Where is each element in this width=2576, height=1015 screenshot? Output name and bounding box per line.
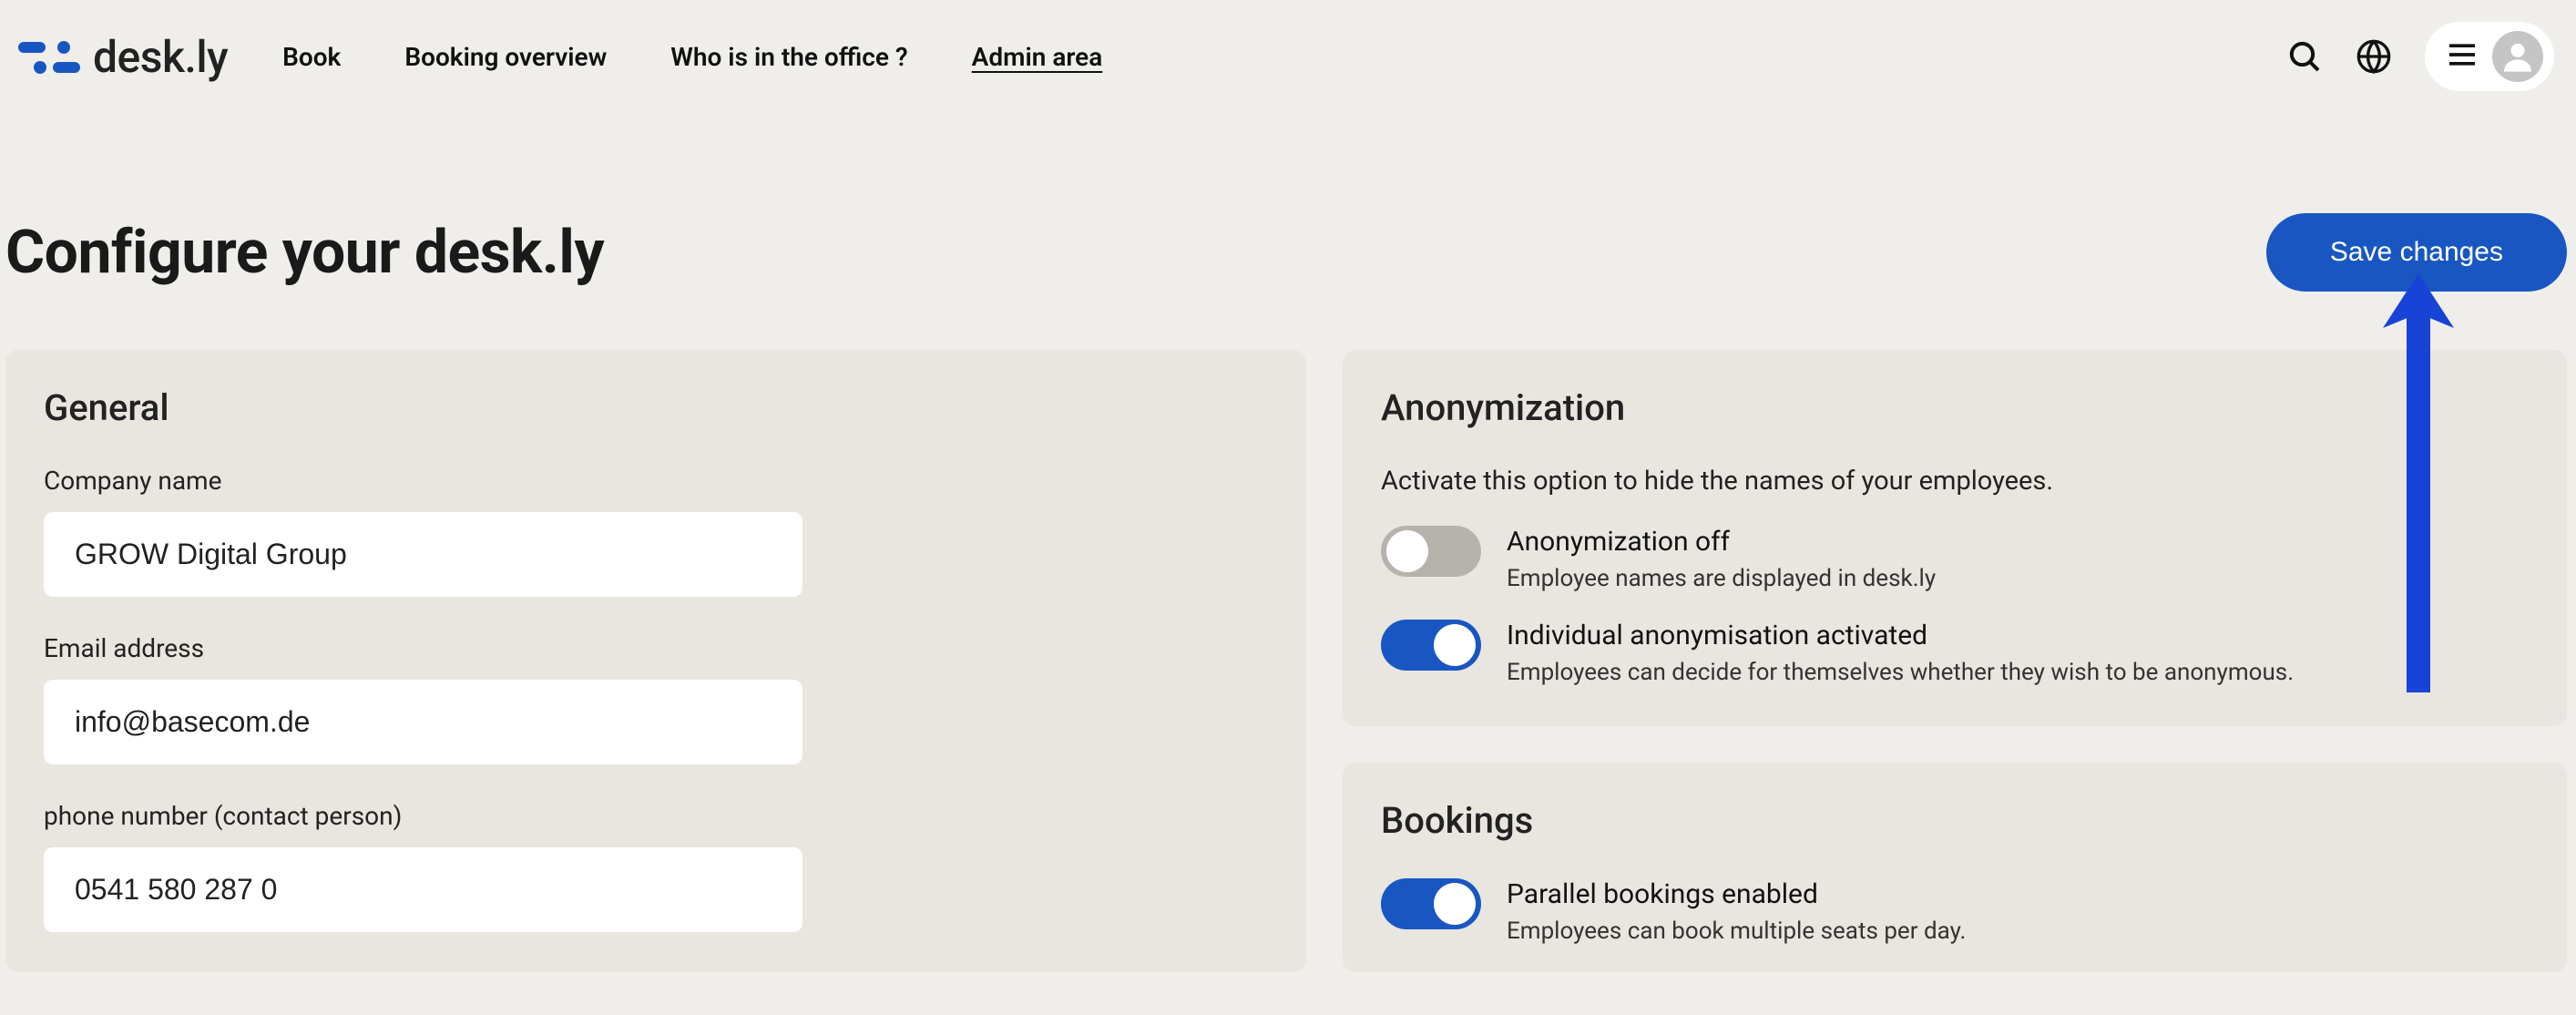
bookings-card: Bookings Parallel bookings enabled Emplo… xyxy=(1343,763,2567,972)
email-input[interactable] xyxy=(44,680,802,764)
individual-anonymization-sub: Employees can decide for themselves whet… xyxy=(1507,659,2294,686)
individual-anonymization-row: Individual anonymisation activated Emplo… xyxy=(1381,620,2529,686)
anonymization-off-sub: Employee names are displayed in desk.ly xyxy=(1507,565,1936,592)
parallel-bookings-toggle[interactable] xyxy=(1381,878,1481,929)
save-button[interactable]: Save changes xyxy=(2266,213,2567,292)
globe-icon[interactable] xyxy=(2356,38,2392,75)
logo-text: desk.ly xyxy=(93,31,228,83)
email-label: Email address xyxy=(44,633,1268,663)
parallel-bookings-sub: Employees can book multiple seats per da… xyxy=(1507,918,1966,945)
general-card: General Company name Email address phone… xyxy=(5,350,1306,972)
phone-label: phone number (contact person) xyxy=(44,801,1268,831)
search-icon[interactable] xyxy=(2286,38,2323,75)
header-right xyxy=(2286,22,2554,91)
individual-anonymization-title: Individual anonymisation activated xyxy=(1507,620,2294,651)
anonymization-card: Anonymization Activate this option to hi… xyxy=(1343,350,2567,726)
parallel-bookings-row: Parallel bookings enabled Employees can … xyxy=(1381,878,2529,945)
title-row: Configure your desk.ly Save changes xyxy=(0,113,2576,328)
company-name-label: Company name xyxy=(44,466,1268,496)
phone-input[interactable] xyxy=(44,847,802,932)
company-name-input[interactable] xyxy=(44,512,802,597)
nav-admin-area[interactable]: Admin area xyxy=(972,42,1103,72)
individual-anonymization-toggle[interactable] xyxy=(1381,620,1481,671)
hamburger-icon xyxy=(2447,42,2478,71)
right-column: Anonymization Activate this option to hi… xyxy=(1343,350,2567,972)
anonymization-intro: Activate this option to hide the names o… xyxy=(1381,466,2529,497)
user-menu[interactable] xyxy=(2425,22,2554,91)
page-title: Configure your desk.ly xyxy=(5,218,604,288)
general-heading: General xyxy=(44,386,1268,429)
main-nav: Book Booking overview Who is in the offi… xyxy=(282,42,1102,72)
avatar-icon xyxy=(2492,31,2543,82)
nav-booking-overview[interactable]: Booking overview xyxy=(404,42,607,72)
anonymization-off-title: Anonymization off xyxy=(1507,526,1936,558)
logo-mark-icon xyxy=(18,36,84,77)
bookings-heading: Bookings xyxy=(1381,799,2529,842)
nav-book[interactable]: Book xyxy=(282,42,341,72)
top-header: desk.ly Book Booking overview Who is in … xyxy=(0,0,2576,113)
anonymization-off-row: Anonymization off Employee names are dis… xyxy=(1381,526,2529,592)
parallel-bookings-title: Parallel bookings enabled xyxy=(1507,878,1966,910)
logo[interactable]: desk.ly xyxy=(18,31,228,83)
anonymization-heading: Anonymization xyxy=(1381,386,2529,429)
anonymization-off-toggle[interactable] xyxy=(1381,526,1481,577)
cards-wrapper: General Company name Email address phone… xyxy=(0,328,2576,972)
nav-who-office[interactable]: Who is in the office ? xyxy=(670,42,907,72)
